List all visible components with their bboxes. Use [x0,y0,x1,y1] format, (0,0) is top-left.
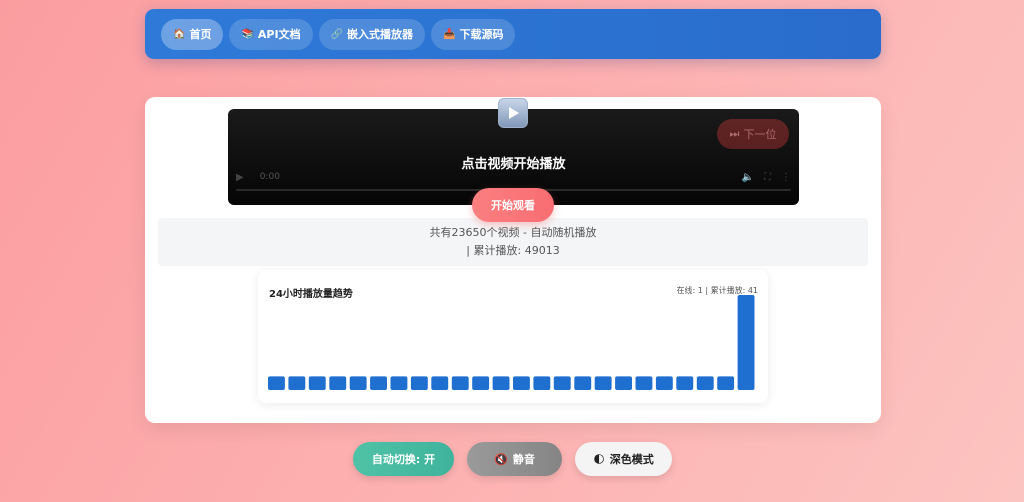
chart-bar-20 [676,376,694,390]
top-nav: 🏠 首页 📚 API文档 🔗 嵌入式播放器 📥 下载源码 [145,9,881,59]
chart-bar-15 [574,376,592,390]
chart-bar-2 [308,376,326,390]
video-time: 0:00 [259,172,280,182]
nav-api-docs-button[interactable]: 📚 API文档 [229,18,313,50]
chart-bar-6 [390,376,408,390]
chart-bar-3 [329,376,347,390]
nav-download-source-label: 下载源码 [459,28,504,41]
video-controls: ▶ 0:00 🔈 ⛶ ⋮ [236,167,791,187]
chart-bar-13 [533,376,551,390]
volume-icon[interactable]: 🔈 [742,172,754,183]
chart-bar-1 [288,376,306,390]
plays-trend-chart: 24小时播放量趋势 在线: 1 | 累计播放: 41 [258,270,768,403]
dark-mode-label: 深色模式 [609,453,654,466]
chart-bar-17 [615,376,632,390]
next-icon: ⏭ [729,127,740,140]
nav-embed-player-button[interactable]: 🔗 嵌入式播放器 [318,18,426,50]
main-card: ⏭ 下一位 点击视频开始播放 ▶ 0:00 🔈 ⛶ ⋮ 开始观看 共有23650… [145,97,881,423]
fullscreen-icon[interactable]: ⛶ [764,172,771,183]
video-count-text: 共有23650个视频 - 自动随机播放 [429,226,597,239]
nav-embed-player-label: 嵌入式播放器 [347,28,414,41]
chart-bar-14 [553,376,571,390]
play-icon[interactable] [498,98,528,128]
chart-bar-11 [492,376,510,390]
more-options-icon[interactable]: ⋮ [781,172,791,183]
chart-bar-16 [594,376,612,390]
mute-button[interactable]: 🔇 静音 [467,442,562,476]
half-moon-icon: 🌓 [593,452,605,466]
nav-download-source-button[interactable]: 📥 下载源码 [431,18,516,50]
next-video-label: 下一位 [743,128,777,141]
chart-bar-21 [696,376,714,390]
start-watching-button[interactable]: 开始观看 [472,188,554,222]
chart-bar-4 [349,376,367,390]
nav-home-button[interactable]: 🏠 首页 [161,18,224,50]
chart-bar-10 [472,376,490,390]
chart-bar-8 [431,376,449,390]
chart-bar-23 [737,295,755,390]
total-plays-text: | 累计播放: 49013 [466,244,560,257]
play-small-icon[interactable]: ▶ [236,172,244,183]
home-icon: 🏠 [173,28,186,40]
auto-switch-button[interactable]: 自动切换: 开 [353,442,454,476]
mute-label: 静音 [512,453,535,466]
books-icon: 📚 [241,28,254,40]
dark-mode-button[interactable]: 🌓 深色模式 [575,442,672,476]
link-icon: 🔗 [330,28,344,40]
video-info-panel: 共有23650个视频 - 自动随机播放 | 累计播放: 49013 [158,218,868,266]
chart-bar-9 [451,376,469,390]
chart-bars [268,295,755,390]
chart-bar-12 [513,376,530,390]
download-icon: 📥 [443,28,456,40]
chart-bar-0 [268,376,285,390]
chart-bar-18 [635,376,653,390]
chart-bar-22 [717,376,735,390]
auto-switch-label: 自动切换: 开 [371,453,436,466]
nav-home-label: 首页 [189,28,212,41]
nav-api-docs-label: API文档 [257,28,301,41]
chart-bar-5 [370,376,387,390]
chart-bar-7 [410,376,428,390]
chart-bar-19 [655,376,673,390]
mute-icon: 🔇 [494,452,508,466]
next-video-button[interactable]: ⏭ 下一位 [717,119,789,149]
